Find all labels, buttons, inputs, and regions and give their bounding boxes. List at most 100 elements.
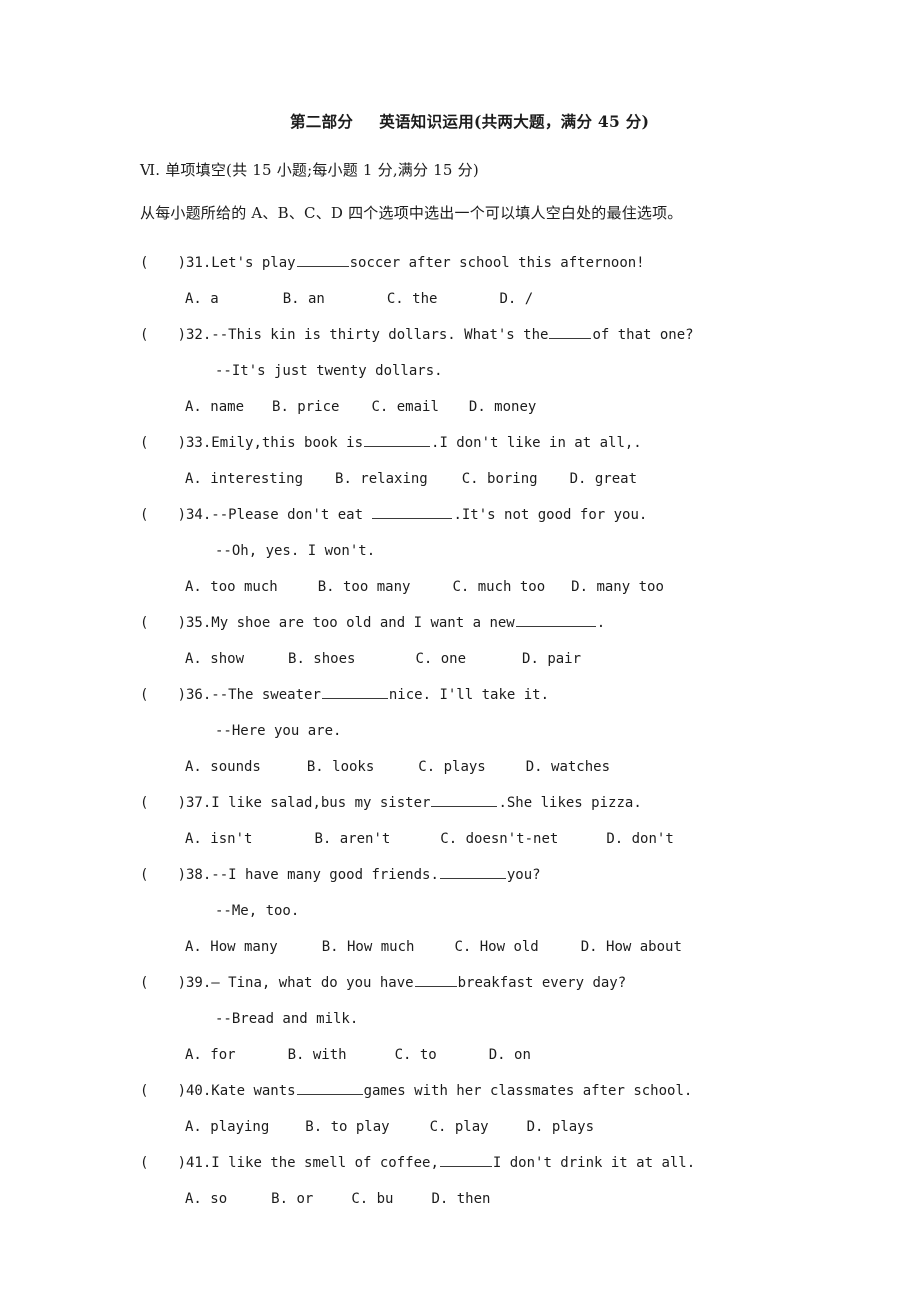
- fill-in-blank[interactable]: [431, 793, 498, 807]
- option-choice[interactable]: A. How many: [185, 929, 278, 965]
- option-choice[interactable]: B. too many: [318, 569, 411, 605]
- option-choice[interactable]: D. plays: [527, 1109, 594, 1145]
- option-choice[interactable]: B. an: [283, 281, 325, 317]
- option-choice[interactable]: C. plays: [418, 749, 485, 785]
- subsection-heading: Ⅵ. 单项填空(共 15 小题;每小题 1 分,满分 15 分): [140, 161, 479, 179]
- option-row: A. a B. an C. the D. /: [140, 281, 840, 317]
- answer-bracket[interactable]: (): [140, 425, 186, 461]
- answer-bracket[interactable]: (): [140, 497, 186, 533]
- option-choice[interactable]: D. watches: [526, 749, 610, 785]
- option-choice[interactable]: D. money: [469, 389, 536, 425]
- question-number: 34.: [186, 507, 212, 523]
- option-choice[interactable]: C. bu: [351, 1181, 393, 1217]
- option-choice[interactable]: B. aren't: [314, 821, 390, 857]
- fill-in-blank[interactable]: [296, 253, 349, 267]
- question-stem: () 32.--This kin is thirty dollars. What'…: [140, 317, 840, 353]
- fill-in-blank[interactable]: [321, 685, 388, 699]
- answer-bracket[interactable]: (): [140, 965, 186, 1001]
- option-choice[interactable]: C. play: [430, 1109, 489, 1145]
- fill-in-blank[interactable]: [515, 613, 596, 627]
- answer-bracket[interactable]: (): [140, 245, 186, 281]
- option-choice[interactable]: A. sounds: [185, 749, 261, 785]
- question-number: 35.: [186, 615, 212, 631]
- question-block: () 41.I like the smell of coffee, I don't …: [140, 1145, 840, 1217]
- fill-in-blank[interactable]: [439, 865, 506, 879]
- question-stem: () 36.--The sweater nice. I'll take it.: [140, 677, 840, 713]
- question-continuation: --Oh, yes. I won't.: [215, 543, 376, 559]
- option-choice[interactable]: A. playing: [185, 1109, 269, 1145]
- bracket-open: (: [140, 615, 149, 631]
- option-choice[interactable]: A. interesting: [185, 461, 303, 497]
- option-choice[interactable]: A. a: [185, 281, 219, 317]
- option-choice[interactable]: C. the: [387, 281, 438, 317]
- question-number: 38.: [186, 867, 212, 883]
- option-choice[interactable]: B. How much: [322, 929, 415, 965]
- option-choice[interactable]: D. /: [499, 281, 533, 317]
- option-choice[interactable]: B. to play: [305, 1109, 389, 1145]
- question-number: 33.: [186, 435, 212, 451]
- answer-bracket[interactable]: (): [140, 677, 186, 713]
- answer-bracket[interactable]: (): [140, 785, 186, 821]
- option-choice[interactable]: A. so: [185, 1181, 227, 1217]
- option-choice[interactable]: B. relaxing: [335, 461, 428, 497]
- option-choice[interactable]: A. isn't: [185, 821, 252, 857]
- bracket-close: ): [177, 867, 186, 883]
- question-block: () 36.--The sweater nice. I'll take it. --H…: [140, 677, 840, 785]
- option-choice[interactable]: C. doesn't-net: [440, 821, 558, 857]
- question-block: () 35.My shoe are too old and I want a ne…: [140, 605, 840, 677]
- option-choice[interactable]: B. or: [271, 1181, 313, 1217]
- option-choice[interactable]: C. How old: [454, 929, 538, 965]
- option-choice[interactable]: A. too much: [185, 569, 278, 605]
- question-block: () 40.Kate wants games with her classmates…: [140, 1073, 840, 1145]
- option-choice[interactable]: D. don't: [606, 821, 673, 857]
- answer-bracket[interactable]: (): [140, 317, 186, 353]
- option-choice[interactable]: C. to: [395, 1037, 437, 1073]
- bracket-open: (: [140, 1155, 149, 1171]
- question-stem-after-blank: .It's not good for you.: [453, 507, 648, 523]
- option-choice[interactable]: A. show: [185, 641, 244, 677]
- answer-bracket[interactable]: (): [140, 1145, 186, 1181]
- question-stem-after-blank: .: [596, 615, 606, 631]
- fill-in-blank[interactable]: [549, 325, 592, 339]
- bracket-open: (: [140, 507, 149, 523]
- section-part-label: 第二部分: [290, 112, 354, 131]
- fill-in-blank[interactable]: [296, 1081, 363, 1095]
- fill-in-blank[interactable]: [414, 973, 457, 987]
- exam-page: 第二部分 英语知识运用(共两大题，满分 45 分) Ⅵ. 单项填空(共 15 小题…: [0, 0, 920, 1302]
- fill-in-blank[interactable]: [372, 505, 453, 519]
- option-choice[interactable]: C. boring: [462, 461, 538, 497]
- option-choice[interactable]: C. email: [371, 389, 438, 425]
- fill-in-blank[interactable]: [439, 1153, 492, 1167]
- option-choice[interactable]: B. looks: [307, 749, 374, 785]
- question-stem-before-blank: --I have many good friends.: [211, 867, 439, 883]
- question-stem-before-blank: I like salad,bus my sister: [211, 795, 431, 811]
- option-choice[interactable]: B. price: [272, 389, 339, 425]
- option-choice[interactable]: D. pair: [522, 641, 581, 677]
- bracket-close: ): [177, 507, 186, 523]
- question-continuation: --Bread and milk.: [215, 1011, 359, 1027]
- option-choice[interactable]: B. shoes: [288, 641, 355, 677]
- answer-bracket[interactable]: (): [140, 1073, 186, 1109]
- bracket-open: (: [140, 687, 149, 703]
- question-stem-after-blank: breakfast every day?: [457, 975, 627, 991]
- option-choice[interactable]: C. one: [415, 641, 466, 677]
- option-choice[interactable]: C. much too: [452, 569, 545, 605]
- option-choice[interactable]: A. for: [185, 1037, 236, 1073]
- question-block: () 39.— Tina, what do you have breakfast e…: [140, 965, 840, 1073]
- option-choice[interactable]: A. name: [185, 389, 244, 425]
- answer-bracket[interactable]: (): [140, 857, 186, 893]
- option-row: A. playing B. to play C. play D. plays: [140, 1109, 840, 1145]
- option-choice[interactable]: B. with: [288, 1037, 347, 1073]
- option-choice[interactable]: D. How about: [581, 929, 682, 965]
- option-choice[interactable]: D. great: [570, 461, 637, 497]
- option-choice[interactable]: D. then: [431, 1181, 490, 1217]
- answer-bracket[interactable]: (): [140, 605, 186, 641]
- option-choice[interactable]: D. on: [489, 1037, 531, 1073]
- section-title: 第二部分 英语知识运用(共两大题，满分 45 分): [140, 110, 840, 132]
- option-row: A. sounds B. looks C. plays D. watches: [140, 749, 840, 785]
- fill-in-blank[interactable]: [364, 433, 431, 447]
- option-choice[interactable]: D. many too: [571, 569, 664, 605]
- question-stem-after-blank: of that one?: [592, 327, 694, 343]
- question-number: 32.: [186, 327, 212, 343]
- question-number: 39.: [186, 975, 212, 991]
